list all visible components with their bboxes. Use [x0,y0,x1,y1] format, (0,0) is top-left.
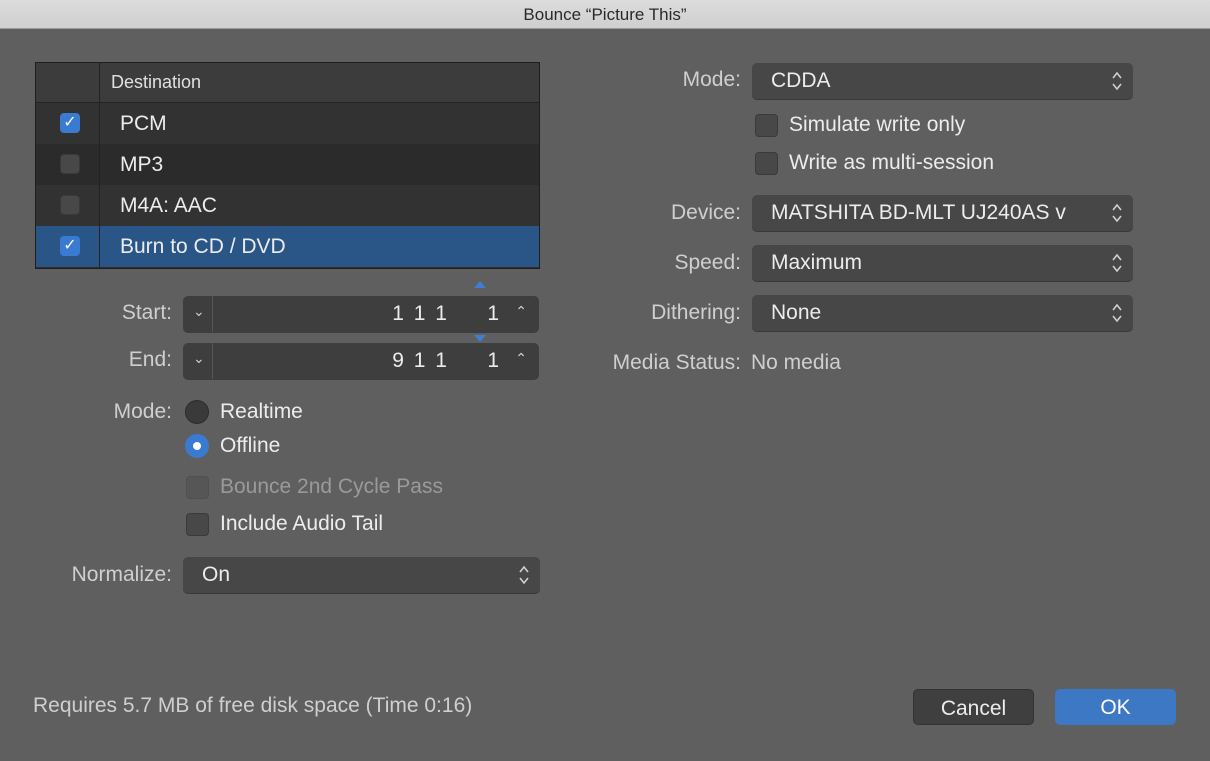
include-audio-tail-checkbox[interactable] [186,513,209,536]
destination-label: MP3 [120,153,164,176]
normalize-label: Normalize: [71,563,172,586]
column-separator [99,144,100,185]
chevron-up-icon[interactable]: ⌃ [515,303,527,320]
burn-checkbox[interactable]: ✓ [60,236,80,256]
multisession-label[interactable]: Write as multi-session [789,151,994,175]
destination-label: PCM [120,112,167,135]
speed-value: Maximum [771,251,863,274]
updown-arrows-icon [519,565,529,585]
end-position-value: 9 1 1 [392,349,449,372]
updown-arrows-icon [1112,71,1122,91]
chevron-down-icon[interactable]: ⌄ [193,303,205,320]
updown-arrows-icon [1112,303,1122,323]
bounce-2nd-cycle-checkbox[interactable] [186,476,209,499]
bounce-mode-label: Mode: [113,400,172,423]
destination-table-header: Destination [36,63,539,103]
destination-row-burn[interactable]: ✓ Burn to CD / DVD [36,226,539,267]
offline-label[interactable]: Offline [220,434,280,458]
multisession-checkbox[interactable] [755,152,778,175]
destination-row-mp3[interactable]: MP3 [36,144,539,185]
stepper-divider [212,343,213,379]
end-label: End: [128,348,172,371]
dithering-value: None [771,301,822,324]
cancel-button[interactable]: Cancel [913,689,1034,725]
destination-column-header: Destination [111,72,202,92]
device-value: MATSHITA BD-MLT UJ240AS v [771,201,1066,224]
checkmark-icon: ✓ [63,114,77,131]
end-position-field[interactable]: ⌄ 9 1 1 1 ⌃ [183,343,539,379]
destination-rows: ✓ PCM MP3 M4A: AAC ✓ Burn to CD / DVD [36,103,539,267]
destination-label: Burn to CD / DVD [120,235,286,258]
media-status-label: Media Status: [612,351,741,374]
start-marker-up-icon [474,281,486,288]
chevron-down-icon[interactable]: ⌄ [193,350,205,367]
device-popup[interactable]: MATSHITA BD-MLT UJ240AS v [752,195,1133,231]
start-position-subtick: 1 [487,302,499,325]
speed-label: Speed: [674,251,741,274]
checkmark-icon: ✓ [63,237,77,254]
include-audio-tail-label[interactable]: Include Audio Tail [220,512,383,536]
burn-mode-label: Mode: [682,68,741,91]
start-position-field[interactable]: ⌄ 1 1 1 1 ⌃ [183,296,539,332]
window-title: Bounce “Picture This” [523,5,687,24]
realtime-label[interactable]: Realtime [220,400,303,424]
updown-arrows-icon [1112,253,1122,273]
end-marker-down-icon [474,335,486,342]
disk-space-info: Requires 5.7 MB of free disk space (Time… [33,694,473,717]
column-separator [99,185,100,226]
offline-radio[interactable] [185,434,209,458]
end-position-subtick: 1 [487,349,499,372]
start-position-value: 1 1 1 [392,302,449,325]
column-separator [99,226,100,267]
window-titlebar: Bounce “Picture This” [0,0,1210,29]
m4a-checkbox[interactable] [60,195,80,215]
destination-table: Destination ✓ PCM MP3 M4A: AAC ✓ Burn to… [35,62,540,269]
device-label: Device: [670,201,741,224]
stepper-divider [212,296,213,332]
dithering-popup[interactable]: None [752,295,1133,331]
chevron-up-icon[interactable]: ⌃ [515,350,527,367]
mp3-checkbox[interactable] [60,154,80,174]
bounce-2nd-cycle-label: Bounce 2nd Cycle Pass [220,475,443,498]
realtime-radio[interactable] [185,400,209,424]
dithering-label: Dithering: [651,301,741,324]
simulate-write-checkbox[interactable] [755,114,778,137]
ok-button[interactable]: OK [1055,689,1176,725]
start-label: Start: [121,301,172,324]
destination-row-pcm[interactable]: ✓ PCM [36,103,539,144]
updown-arrows-icon [1112,203,1122,223]
simulate-write-label[interactable]: Simulate write only [789,113,965,137]
speed-popup[interactable]: Maximum [752,245,1133,281]
normalize-popup[interactable]: On [183,557,540,593]
column-separator [99,63,100,102]
destination-row-m4a[interactable]: M4A: AAC [36,185,539,226]
burn-mode-value: CDDA [771,69,831,92]
burn-mode-popup[interactable]: CDDA [752,63,1133,99]
pcm-checkbox[interactable]: ✓ [60,113,80,133]
destination-label: M4A: AAC [120,194,217,217]
column-separator [99,103,100,144]
media-status-value: No media [751,351,841,374]
normalize-value: On [202,563,231,586]
